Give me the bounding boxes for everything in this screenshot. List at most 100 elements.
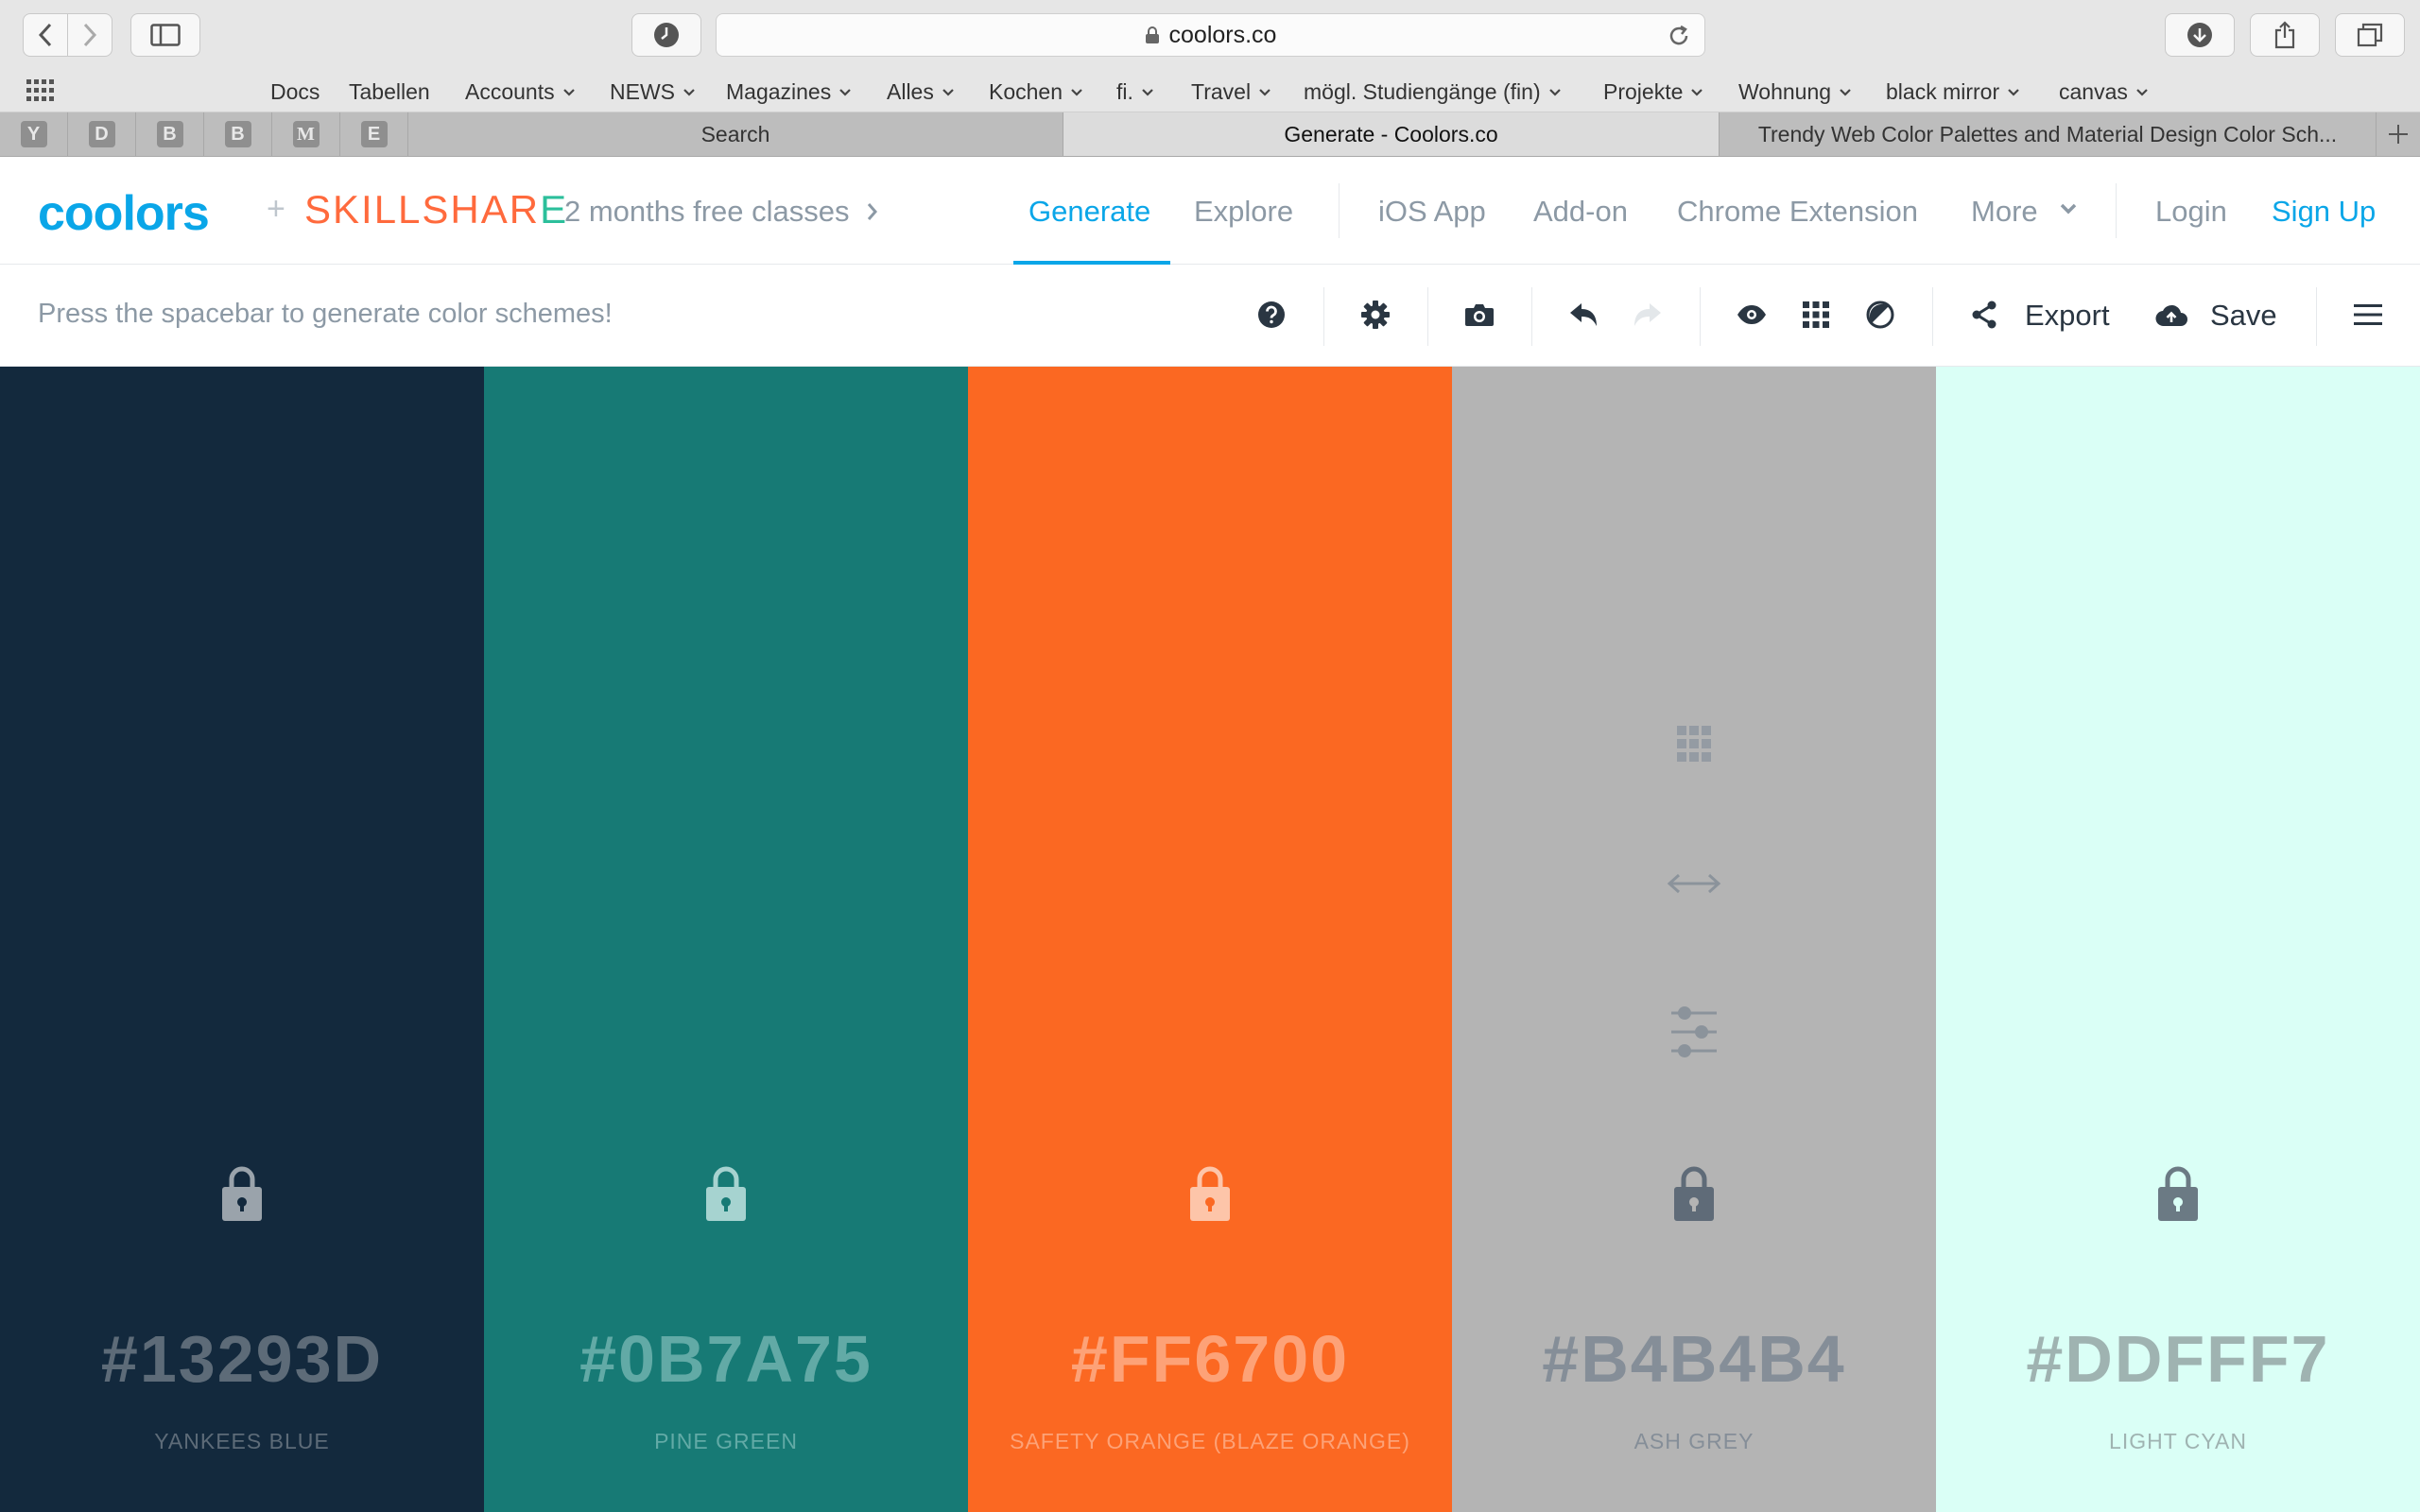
sidebar-toggle-button[interactable] [130, 13, 200, 57]
pinned-tab[interactable]: B [204, 112, 272, 156]
color-hex[interactable]: #0B7A75 [484, 1321, 968, 1397]
bookmark-docs[interactable]: Docs [270, 79, 320, 105]
reload-icon[interactable] [1667, 24, 1691, 48]
coolors-logo[interactable]: coolors [38, 185, 210, 242]
grid-icon [1803, 301, 1829, 328]
lock-icon[interactable] [219, 1164, 265, 1225]
bookmark-projekte[interactable]: Projekte [1603, 79, 1703, 105]
redo-button[interactable] [1630, 297, 1666, 333]
screenshot-button[interactable] [1461, 297, 1497, 333]
color-swatch[interactable]: #13293D YANKEES BLUE [0, 367, 484, 1512]
chevron-down-icon [1071, 88, 1082, 96]
bookmark-black-mirror[interactable]: black mirror [1886, 79, 2020, 105]
nav-chrome-extension[interactable]: Chrome Extension [1677, 195, 1918, 229]
save-cloud-icon-wrap[interactable] [2153, 297, 2189, 333]
export-button[interactable]: Export [2025, 299, 2110, 333]
color-swatch[interactable]: #FF6700 SAFETY ORANGE (BLAZE ORANGE) [968, 367, 1452, 1512]
bookmark-alles[interactable]: Alles [887, 79, 955, 105]
share-icon [2274, 21, 2295, 49]
lock-icon[interactable] [1187, 1164, 1233, 1225]
toolbar-divider [1932, 287, 1933, 346]
pinned-tab[interactable]: Y [0, 112, 68, 156]
save-button[interactable]: Save [2210, 299, 2277, 333]
chevron-down-icon [1142, 88, 1153, 96]
pinned-tab[interactable]: E [340, 112, 408, 156]
chevron-down-icon [1548, 88, 1561, 96]
settings-button[interactable] [1357, 297, 1393, 333]
promo-link[interactable]: 2 months free classes [564, 195, 878, 229]
login-link[interactable]: Login [2155, 195, 2227, 229]
undo-button[interactable] [1565, 297, 1601, 333]
signup-link[interactable]: Sign Up [2272, 195, 2376, 229]
skillshare-logo[interactable]: SKILLSHARE [304, 187, 568, 232]
chevron-left-icon [38, 23, 52, 47]
color-name: SAFETY ORANGE (BLAZE ORANGE) [1010, 1429, 1410, 1453]
contrast-icon [1866, 301, 1894, 329]
new-tab-button[interactable] [2377, 112, 2420, 156]
apps-grid-icon[interactable] [26, 79, 55, 102]
tabs-overview-button[interactable] [2335, 13, 2405, 57]
chevron-down-icon [1691, 88, 1703, 96]
eye-icon [1737, 305, 1766, 324]
grid-icon [1677, 726, 1711, 762]
address-bar[interactable]: coolors.co [716, 13, 1705, 57]
lock-icon[interactable] [2155, 1164, 2201, 1225]
nav-add-on[interactable]: Add-on [1533, 195, 1628, 229]
pinned-tab[interactable]: B [136, 112, 204, 156]
tab-search[interactable]: Search [408, 112, 1063, 156]
downloads-button[interactable] [2165, 13, 2235, 57]
bookmark-magazines[interactable]: Magazines [726, 79, 852, 105]
tab-trendy-palettes[interactable]: Trendy Web Color Palettes and Material D… [1720, 112, 2377, 156]
color-hex[interactable]: #FF6700 [968, 1321, 1452, 1397]
contrast-button[interactable] [1862, 297, 1898, 333]
nav-divider [2116, 183, 2117, 238]
chevron-down-icon [1259, 88, 1270, 96]
color-swatch[interactable]: #0B7A75 PINE GREEN [484, 367, 968, 1512]
nav-generate[interactable]: Generate [1028, 195, 1150, 229]
history-button[interactable] [631, 13, 701, 57]
lock-icon[interactable] [1671, 1164, 1717, 1225]
bookmark-tabellen[interactable]: Tabellen [349, 79, 430, 105]
bookmark-canvas[interactable]: canvas [2059, 79, 2149, 105]
bookmark-travel[interactable]: Travel [1191, 79, 1271, 105]
toolbar-divider [1323, 287, 1324, 346]
url-text: coolors.co [1168, 21, 1277, 48]
share-button[interactable] [2250, 13, 2320, 57]
forward-button[interactable] [67, 13, 112, 57]
sidebar-icon [150, 24, 181, 46]
bookmark-studiengaenge[interactable]: mögl. Studiengänge (fin) [1304, 79, 1562, 105]
chevron-down-icon [2008, 88, 2019, 96]
lock-icon [1145, 26, 1159, 43]
chevron-down-icon[interactable] [2059, 202, 2078, 215]
color-swatch[interactable]: #DDFFF7 LIGHT CYAN [1936, 367, 2420, 1512]
color-hex[interactable]: #B4B4B4 [1452, 1321, 1936, 1397]
bookmark-news[interactable]: NEWS [610, 79, 696, 105]
swatch-adjust-button[interactable] [1666, 1005, 1722, 1063]
chevron-down-icon [562, 88, 575, 96]
bookmark-kochen[interactable]: Kochen [989, 79, 1083, 105]
help-button[interactable] [1253, 297, 1289, 333]
export-share-icon-wrap[interactable] [1966, 297, 2002, 333]
palette-grid-button[interactable] [1798, 297, 1834, 333]
nav-ios-app[interactable]: iOS App [1378, 195, 1486, 229]
nav-more[interactable]: More [1971, 195, 2038, 229]
menu-button[interactable] [2350, 297, 2386, 333]
color-hex[interactable]: #13293D [0, 1321, 484, 1397]
swatch-drag-button[interactable] [1666, 869, 1722, 902]
pinned-tab[interactable]: D [68, 112, 136, 156]
nav-explore[interactable]: Explore [1194, 195, 1293, 229]
color-swatch[interactable]: #B4B4B4 ASH GREY [1452, 367, 1936, 1512]
back-button[interactable] [23, 13, 68, 57]
bookmark-wohnung[interactable]: Wohnung [1738, 79, 1852, 105]
swatch-grid-button[interactable] [1666, 724, 1722, 770]
pinned-tab[interactable]: M [272, 112, 340, 156]
lock-icon[interactable] [703, 1164, 749, 1225]
color-hex[interactable]: #DDFFF7 [1936, 1321, 2420, 1397]
toolbar-divider [1700, 287, 1701, 346]
bookmark-fi[interactable]: fi. [1116, 79, 1154, 105]
chevron-down-icon [2136, 88, 2148, 96]
chevron-right-icon [867, 203, 877, 220]
tab-generate-coolors[interactable]: Generate - Coolors.co [1063, 112, 1720, 156]
bookmark-accounts[interactable]: Accounts [465, 79, 576, 105]
view-button[interactable] [1734, 297, 1770, 333]
